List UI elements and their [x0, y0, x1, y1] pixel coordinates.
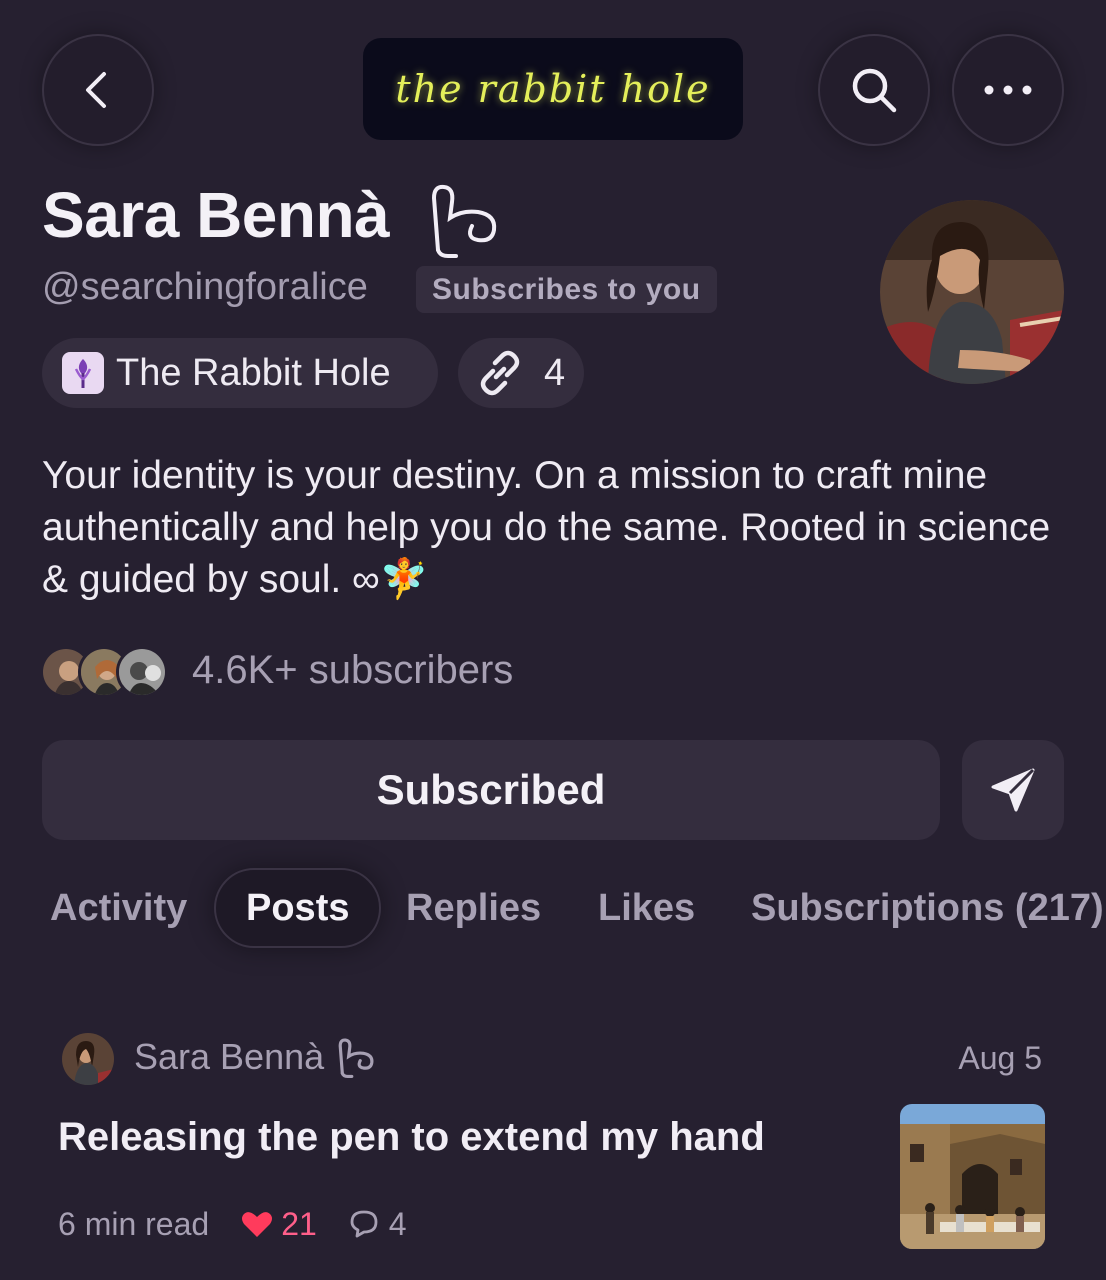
- read-time: 6 min read: [58, 1205, 210, 1242]
- like-count: 21: [281, 1205, 317, 1242]
- subscriber-count[interactable]: 4.6K+ subscribers: [192, 648, 513, 693]
- post-author-name[interactable]: Sara Bennà: [134, 1036, 324, 1078]
- back-chevron-icon: [86, 72, 106, 108]
- profile-bio: Your identity is your destiny. On a miss…: [42, 454, 1051, 601]
- comment-count: 4: [388, 1205, 407, 1242]
- tab-posts[interactable]: Posts: [214, 868, 382, 948]
- link-icon: [480, 350, 520, 396]
- profile-name: Sara Bennà: [42, 179, 390, 251]
- more-options-button[interactable]: [952, 34, 1064, 146]
- post-thumbnail[interactable]: [900, 1104, 1045, 1249]
- comment-icon[interactable]: [349, 1209, 379, 1239]
- publication-icon: [62, 352, 104, 394]
- subscribes-to-you-badge: Subscribes to you: [416, 266, 717, 313]
- search-button[interactable]: [818, 34, 930, 146]
- tab-replies[interactable]: Replies: [406, 868, 541, 948]
- tab-likes[interactable]: Likes: [598, 868, 695, 948]
- post-date: Aug 5: [958, 1040, 1042, 1076]
- post-title[interactable]: Releasing the pen to extend my hand: [58, 1115, 765, 1160]
- more-dots-icon: [984, 85, 1032, 95]
- profile-tabs: Activity Posts Replies Likes Subscriptio…: [0, 868, 1106, 948]
- profile-avatar[interactable]: [880, 200, 1064, 384]
- back-button[interactable]: [42, 34, 154, 146]
- subscribed-label: Subscribed: [376, 766, 606, 813]
- verified-hand-icon: [338, 1038, 374, 1078]
- links-pill[interactable]: 4: [458, 338, 584, 408]
- share-button[interactable]: [962, 740, 1064, 840]
- tab-activity[interactable]: Activity: [50, 868, 187, 948]
- send-icon: [991, 768, 1035, 812]
- heart-icon[interactable]: [241, 1209, 273, 1239]
- subscriber-avatars: [40, 646, 174, 698]
- publication-logo[interactable]: the rabbit hole: [363, 38, 743, 140]
- links-count: 4: [544, 351, 566, 394]
- publication-pill[interactable]: The Rabbit Hole: [42, 338, 438, 408]
- logo-text: the rabbit hole: [395, 67, 711, 111]
- verified-hand-icon: [431, 184, 497, 258]
- profile-handle: @searchingforalice: [42, 266, 368, 308]
- search-icon: [852, 68, 897, 113]
- post-author-avatar[interactable]: [62, 1033, 114, 1085]
- subscriber-avatar: [116, 646, 168, 698]
- subscribed-button[interactable]: Subscribed: [42, 740, 940, 840]
- tab-subscriptions[interactable]: Subscriptions (217): [751, 868, 1104, 948]
- publication-name: The Rabbit Hole: [116, 351, 391, 394]
- post-meta: 6 min read 21 4: [58, 1202, 407, 1246]
